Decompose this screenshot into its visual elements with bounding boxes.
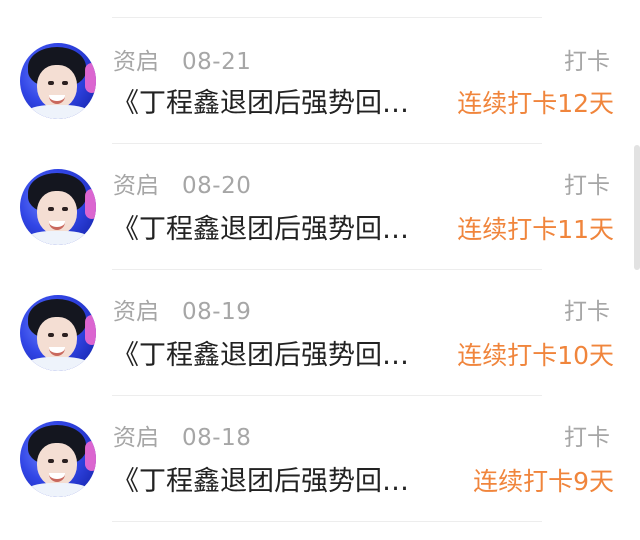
checkin-tag: 打卡 [564, 425, 610, 451]
author-name[interactable]: 资启 [113, 427, 159, 450]
checkin-tag: 打卡 [564, 173, 610, 199]
checkin-item[interactable]: 资启 08-18 打卡 《丁程鑫退团后强势回… 连续打卡9天 [0, 396, 632, 522]
avatar[interactable] [20, 421, 96, 497]
post-title[interactable]: 《丁程鑫退团后强势回… [112, 468, 409, 495]
checkin-item[interactable]: 资启 08-21 打卡 《丁程鑫退团后强势回… 连续打卡12天 [0, 18, 632, 144]
streak-label: 连续打卡9天 [473, 467, 614, 496]
checkin-tag: 打卡 [564, 299, 610, 325]
post-date: 08-21 [182, 49, 252, 75]
author-name[interactable]: 资启 [113, 175, 159, 198]
checkin-item[interactable]: 资启 08-19 打卡 《丁程鑫退团后强势回… 连续打卡10天 [0, 270, 632, 396]
author-name[interactable]: 资启 [113, 301, 159, 324]
checkin-tag: 打卡 [564, 49, 610, 75]
post-date: 08-18 [182, 425, 252, 451]
scrollbar[interactable] [634, 145, 640, 270]
author-name[interactable]: 资启 [113, 51, 159, 74]
checkin-item[interactable]: 资启 08-20 打卡 《丁程鑫退团后强势回… 连续打卡11天 [0, 144, 632, 270]
avatar[interactable] [20, 43, 96, 119]
streak-label: 连续打卡12天 [457, 89, 614, 118]
divider [112, 521, 542, 522]
streak-label: 连续打卡11天 [457, 215, 614, 244]
post-title[interactable]: 《丁程鑫退团后强势回… [112, 216, 409, 243]
post-title[interactable]: 《丁程鑫退团后强势回… [112, 90, 409, 117]
avatar[interactable] [20, 169, 96, 245]
streak-label: 连续打卡10天 [457, 341, 614, 370]
post-title[interactable]: 《丁程鑫退团后强势回… [112, 342, 409, 369]
avatar[interactable] [20, 295, 96, 371]
post-date: 08-19 [182, 299, 252, 325]
post-date: 08-20 [182, 173, 252, 199]
